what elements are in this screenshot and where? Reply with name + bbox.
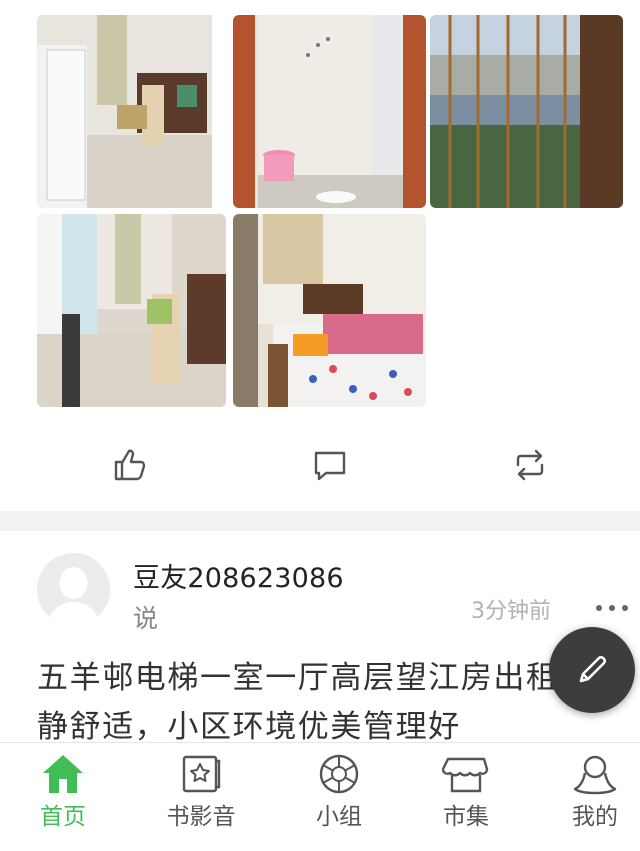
photo-bedroom[interactable] [233,214,426,407]
comment-icon [314,451,346,481]
like-button[interactable] [100,435,160,495]
nav-label: 市集 [443,804,489,830]
compose-button[interactable] [549,627,635,713]
feed-divider [0,511,640,531]
post-time: 3分钟前 [471,599,551,624]
nav-item-profile[interactable]: 我的 [540,743,640,851]
post-text[interactable]: 五羊邨电梯一室一厅高层望江房出租，安静舒适，小区环境优美管理好 [37,654,637,752]
post-action-label: 说 [133,604,159,633]
home-icon [43,755,83,793]
thumbs-up-icon [114,449,146,481]
repost-icon [516,449,544,481]
more-options-button[interactable] [596,598,628,618]
photo-bathroom[interactable] [233,15,426,208]
nav-label: 小组 [316,804,362,830]
username[interactable]: 豆友208623086 [133,556,344,595]
nav-item-books-movies-music[interactable]: 书影音 [146,743,256,851]
more-dot-icon [596,605,602,611]
default-avatar-icon [37,553,110,626]
photo-living-room[interactable] [37,15,226,208]
nav-item-market[interactable]: 市集 [411,743,521,851]
avatar[interactable] [37,553,110,626]
photo-living-room-2[interactable] [37,214,226,407]
book-movie-music-icon [182,755,221,793]
nav-label: 首页 [40,804,86,830]
nav-label: 书影音 [166,804,236,830]
more-dot-icon [622,605,628,611]
post-action-bar [0,435,640,495]
more-dot-icon [609,605,615,611]
nav-label: 我的 [572,804,618,830]
nav-item-home[interactable]: 首页 [8,743,118,851]
repost-button[interactable] [500,435,560,495]
profile-icon [573,755,617,795]
douban-feed-screen: 豆友208623086 说 3分钟前 五羊邨电梯一室一厅高层望江房出租，安静舒适… [0,0,640,851]
bottom-nav: 首页 书影音 小组 市集 我的 [0,742,640,851]
comment-button[interactable] [300,435,360,495]
pencil-icon [579,655,607,683]
photo-river-view[interactable] [430,15,623,208]
group-icon [319,754,359,794]
nav-item-groups[interactable]: 小组 [284,743,394,851]
market-icon [442,757,489,793]
